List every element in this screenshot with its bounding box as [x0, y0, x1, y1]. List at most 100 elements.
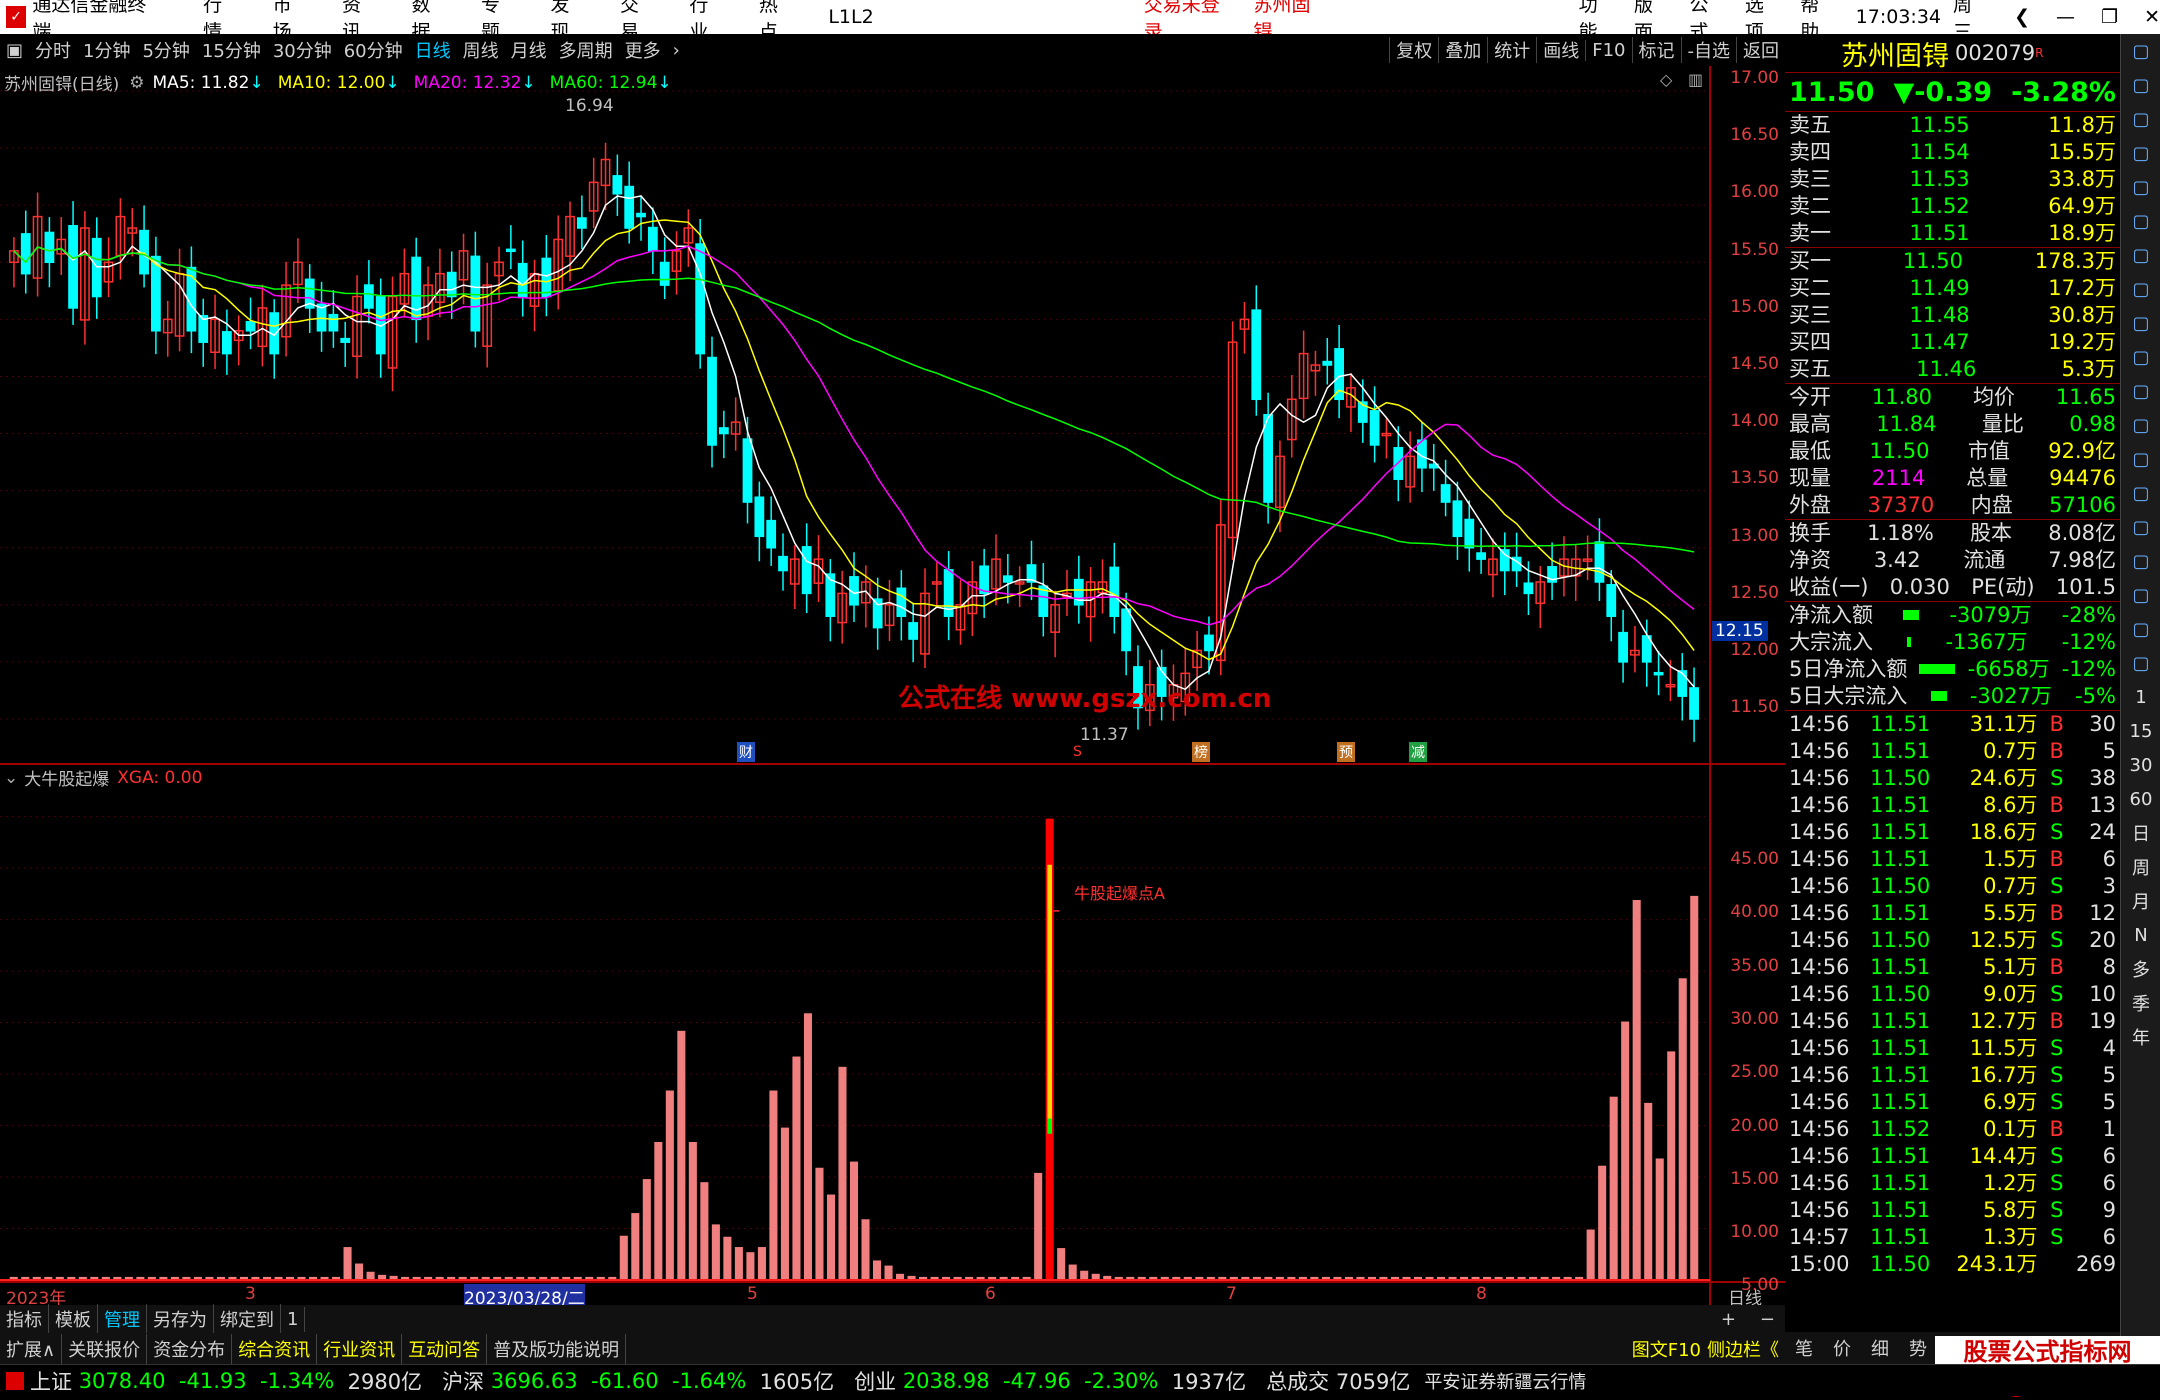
- btn-fanhui[interactable]: 返回: [1736, 37, 1785, 63]
- period-60min[interactable]: 60分钟: [338, 37, 409, 63]
- fin-icon[interactable]: ▢: [2121, 340, 2160, 374]
- sell-row[interactable]: 卖二 11.52 64.9万: [1785, 193, 2120, 220]
- chart-icon[interactable]: ▢: [2121, 136, 2160, 170]
- period-fenshi[interactable]: 分时: [29, 37, 77, 63]
- index-hs[interactable]: 沪深 3696.63 -61.60 -1.64% 1605亿: [442, 1366, 834, 1396]
- diamond-icon[interactable]: ▢: [2121, 544, 2160, 578]
- tab-jia[interactable]: 价: [1823, 1335, 1861, 1361]
- home-icon[interactable]: ▢: [2121, 34, 2160, 68]
- kline-chart[interactable]: [0, 66, 1785, 1305]
- fs-icon[interactable]: ▢: [2121, 612, 2160, 646]
- sidebar-period-23[interactable]: 日: [2121, 816, 2160, 850]
- event-s[interactable]: S: [1073, 744, 1082, 760]
- chevron-down-icon[interactable]: ⌄: [4, 768, 18, 788]
- restore-icon[interactable]: ❐: [2101, 6, 2118, 28]
- tab-shi[interactable]: 势: [1899, 1335, 1937, 1361]
- tab-hudongwenda[interactable]: 互动问答: [402, 1333, 488, 1364]
- table-icon[interactable]: ▢: [2121, 306, 2160, 340]
- sell-row[interactable]: 卖四 11.54 15.5万: [1785, 139, 2120, 166]
- index-cy[interactable]: 创业 2038.98 -47.96 -2.30% 1937亿: [854, 1366, 1246, 1396]
- sidebar-period-26[interactable]: N: [2121, 918, 2160, 952]
- event-cai[interactable]: 财: [737, 742, 755, 762]
- tab-bangdingdao[interactable]: 绑定到: [214, 1304, 281, 1334]
- share-icon[interactable]: ▢: [2121, 646, 2160, 680]
- tab-moban[interactable]: 模板: [49, 1304, 98, 1334]
- tab-cebianlan[interactable]: 侧边栏《: [1707, 1336, 1779, 1362]
- period-more[interactable]: 更多: [619, 37, 667, 63]
- cycle-icon[interactable]: ▢: [2121, 476, 2160, 510]
- btn-diejia[interactable]: 叠加: [1438, 37, 1487, 63]
- tab-guanli[interactable]: 管理: [98, 1304, 147, 1334]
- tab-tuwenf10[interactable]: 图文F10: [1632, 1336, 1701, 1362]
- period-multi[interactable]: 多周期: [553, 37, 619, 63]
- tab-zhibiao[interactable]: 指标: [0, 1304, 49, 1334]
- tab-gongnengshuoming[interactable]: 普及版功能说明: [487, 1333, 627, 1364]
- tab-xi[interactable]: 细: [1861, 1335, 1899, 1361]
- btn-tongji[interactable]: 统计: [1487, 37, 1536, 63]
- btn-zixuan[interactable]: -自选: [1680, 37, 1737, 63]
- tab-guanlianbaojia[interactable]: 关联报价: [62, 1333, 148, 1364]
- event-yu[interactable]: 预: [1337, 742, 1355, 762]
- chevron-right-icon[interactable]: ›: [667, 40, 686, 61]
- tab-hangyezixun[interactable]: 行业资讯: [317, 1333, 403, 1364]
- zoom-in-icon[interactable]: +: [1721, 1309, 1736, 1330]
- sidebar-period-27[interactable]: 多: [2121, 952, 2160, 986]
- period-weekly[interactable]: 周线: [457, 37, 505, 63]
- sell-row[interactable]: 卖五 11.55 11.8万: [1785, 112, 2120, 139]
- kline-icon[interactable]: ▢: [2121, 374, 2160, 408]
- sidebar-period-28[interactable]: 季: [2121, 986, 2160, 1020]
- sidebar-period-22[interactable]: 60: [2121, 782, 2160, 816]
- toolbar-menu-icon[interactable]: ▣: [0, 40, 29, 61]
- indicator-name[interactable]: 大牛股起爆: [24, 765, 109, 790]
- chart-area[interactable]: 苏州固锝(日线) ⚙ MA5: 11.82 ↓ MA10: 12.00 ↓ MA20…: [0, 66, 1785, 1309]
- sidebar-period-21[interactable]: 30: [2121, 748, 2160, 782]
- close-icon[interactable]: ✕: [2144, 6, 2160, 28]
- back-icon[interactable]: ❮: [2014, 6, 2030, 28]
- btn-f10[interactable]: F10: [1585, 39, 1631, 61]
- sell-row[interactable]: 卖一 11.51 18.9万: [1785, 220, 2120, 247]
- grid-icon[interactable]: ▢: [2121, 170, 2160, 204]
- f-icon[interactable]: ▢: [2121, 442, 2160, 476]
- index-sh[interactable]: 上证 3078.40 -41.93 -1.34% 2980亿: [30, 1366, 422, 1396]
- period-monthly[interactable]: 月线: [505, 37, 553, 63]
- tab-zonghezixun[interactable]: 综合资讯: [232, 1333, 318, 1364]
- rsi-icon[interactable]: ▢: [2121, 510, 2160, 544]
- tab-1[interactable]: 1: [281, 1306, 306, 1332]
- sidebar-period-24[interactable]: 周: [2121, 850, 2160, 884]
- tab-lingcunwei[interactable]: 另存为: [147, 1304, 214, 1334]
- btn-biaoji[interactable]: 标记: [1631, 37, 1681, 63]
- buy-row[interactable]: 买四 11.47 19.2万: [1785, 329, 2120, 356]
- period-5min[interactable]: 5分钟: [136, 37, 195, 63]
- down-arrow-icon[interactable]: ▢: [2121, 102, 2160, 136]
- buy-row[interactable]: 买二 11.49 17.2万: [1785, 275, 2120, 302]
- period-daily[interactable]: 日线: [409, 37, 457, 63]
- menu-l1l2[interactable]: L1L2: [828, 6, 873, 28]
- sidebar-period-29[interactable]: 年: [2121, 1020, 2160, 1054]
- zoom-out-icon[interactable]: −: [1760, 1309, 1775, 1330]
- buy-row[interactable]: 买五 11.46 5.3万: [1785, 356, 2120, 383]
- tab-bi[interactable]: 笔: [1785, 1335, 1823, 1361]
- period-1min[interactable]: 1分钟: [77, 37, 136, 63]
- minimize-icon[interactable]: —: [2056, 6, 2075, 28]
- event-bang[interactable]: 榜: [1192, 742, 1210, 762]
- tab-kuozhan[interactable]: 扩展∧: [0, 1333, 63, 1364]
- btn-huaxian[interactable]: 画线: [1536, 37, 1585, 63]
- buy-icon[interactable]: ▢: [2121, 272, 2160, 306]
- pen-icon[interactable]: ▢: [2121, 578, 2160, 612]
- sell-row[interactable]: 卖三 11.53 33.8万: [1785, 166, 2120, 193]
- sidebar-period-20[interactable]: 15: [2121, 714, 2160, 748]
- tab-zijinfenbu[interactable]: 资金分布: [147, 1333, 233, 1364]
- list-icon[interactable]: ▢: [2121, 204, 2160, 238]
- sidebar-period-19[interactable]: 1: [2121, 680, 2160, 714]
- page-icon[interactable]: ▢: [2121, 408, 2160, 442]
- event-jian[interactable]: 减: [1409, 742, 1427, 762]
- up-arrow-icon[interactable]: ▢: [2121, 68, 2160, 102]
- buy-row[interactable]: 买三 11.48 30.8万: [1785, 302, 2120, 329]
- k-icon[interactable]: ▢: [2121, 238, 2160, 272]
- sidebar-period-25[interactable]: 月: [2121, 884, 2160, 918]
- tick-list[interactable]: 14:56 11.51 31.1万 B 30 14:56 11.51 0.7万 B 5 14:56 1…: [1785, 711, 2120, 1278]
- btn-fuquan[interactable]: 复权: [1389, 37, 1438, 63]
- buy-row[interactable]: 买一 11.50 178.3万: [1785, 248, 2120, 275]
- period-15min[interactable]: 15分钟: [196, 37, 267, 63]
- period-30min[interactable]: 30分钟: [267, 37, 338, 63]
